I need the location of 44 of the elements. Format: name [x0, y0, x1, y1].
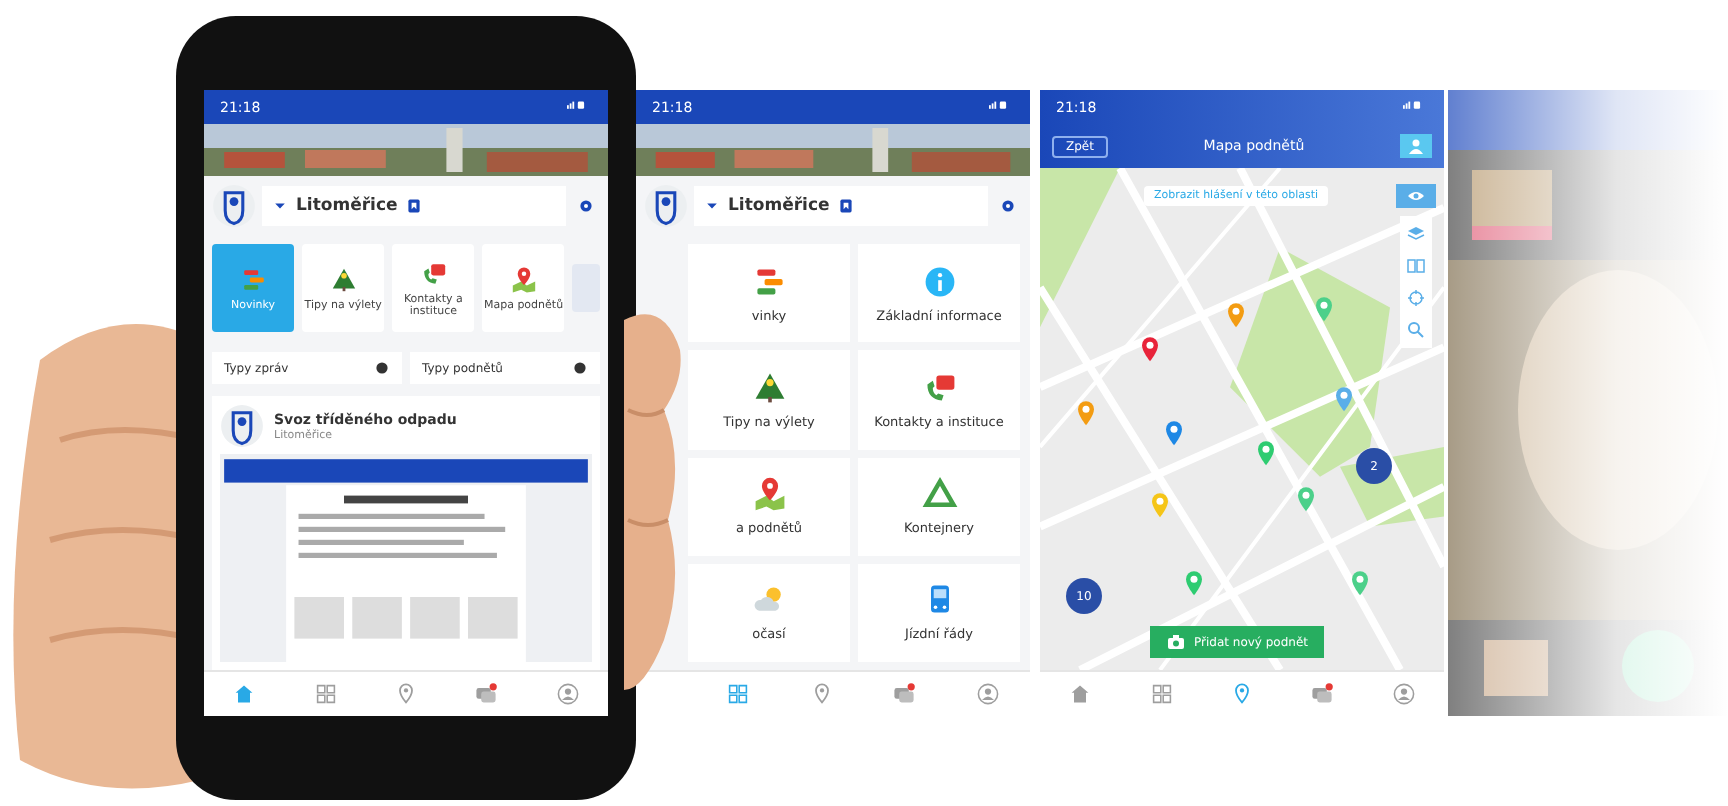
visibility-button[interactable]: [1396, 184, 1436, 208]
phone-chat-icon: [419, 259, 448, 287]
home-icon[interactable]: [232, 682, 257, 706]
profile-icon[interactable]: [976, 682, 1001, 706]
caret-icon: [704, 198, 720, 214]
chat-icon[interactable]: [474, 682, 499, 706]
grid-icon[interactable]: [725, 682, 750, 706]
layers-icon[interactable]: [1406, 224, 1426, 244]
location-pin-icon[interactable]: [809, 682, 834, 706]
location-pin-icon[interactable]: [393, 682, 418, 706]
colored-bars-icon: [751, 263, 787, 300]
tree-icon: [751, 369, 787, 406]
dot-icon: [572, 360, 588, 376]
camera-icon: [1166, 632, 1186, 652]
crest-icon: [220, 404, 264, 448]
map-pin-icon: [751, 476, 787, 513]
user-icon: [1405, 136, 1426, 156]
bookmark-icon: [837, 198, 854, 214]
crest-icon: [644, 184, 688, 228]
phone-chat-icon: [921, 369, 957, 406]
city-selector[interactable]: Litoměřice: [262, 186, 566, 226]
profile-button[interactable]: [1399, 134, 1432, 158]
home-icon[interactable]: [1068, 682, 1093, 706]
city-selector[interactable]: Litoměřice: [694, 186, 988, 226]
info-icon: [921, 263, 957, 300]
dot-icon: [374, 360, 390, 376]
profile-icon[interactable]: [1391, 682, 1416, 706]
bookmark-icon: [405, 198, 422, 214]
eye-icon: [1406, 186, 1426, 206]
grid-icon[interactable]: [1149, 682, 1174, 706]
caret-icon: [272, 198, 288, 214]
grid-icon[interactable]: [313, 682, 338, 706]
map-pin-icon: [509, 265, 538, 293]
crest-icon: [212, 184, 256, 228]
locate-icon[interactable]: [1406, 288, 1426, 308]
location-pin-icon[interactable]: [1229, 682, 1254, 706]
search-icon[interactable]: [1406, 320, 1426, 340]
chat-icon[interactable]: [892, 682, 917, 706]
profile-icon[interactable]: [555, 682, 580, 706]
tree-icon: [329, 265, 358, 293]
book-icon[interactable]: [1406, 256, 1426, 276]
triangle-icon: [921, 476, 957, 513]
chat-icon[interactable]: [1310, 682, 1335, 706]
colored-bars-icon: [239, 265, 268, 293]
